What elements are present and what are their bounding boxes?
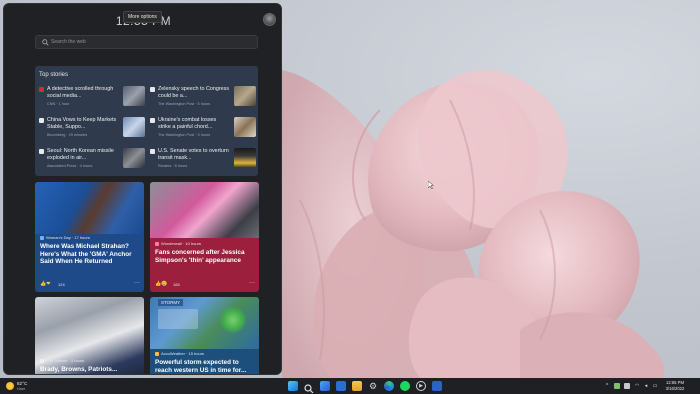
windows-start-icon[interactable] [288,381,298,391]
reactions-icon[interactable]: 👍😢 [155,281,167,287]
top-stories-title: Top stories [39,72,69,78]
search-icon [42,39,49,46]
story-thumbnail [234,117,256,137]
washington-post-logo-icon [150,118,155,123]
card-image [150,182,259,238]
source-logo-icon [155,351,159,356]
storm-radar-blob [220,307,246,333]
story-source: The Washington Post · 5 hours [158,102,211,106]
news-card[interactable]: Woman's Day · 17 hours Where Was Michael… [35,182,144,292]
news-card[interactable]: The Tribune · 3 hours Brady, Browns, Pat… [35,297,144,374]
story-headline: China Vows to Keep Markets Stable, Suppo… [47,117,117,130]
more-options-icon[interactable]: ··· [134,280,140,286]
edge-browser-icon[interactable] [384,381,394,391]
search-box[interactable] [35,35,258,49]
card-image [35,297,144,374]
reaction-count: 124 [58,282,65,287]
cnn-logo-icon [39,87,44,92]
story-item[interactable]: China Vows to Keep Markets Stable, Suppo… [39,117,145,143]
story-headline: Seoul: North Korean missile exploded in … [47,148,114,161]
card-headline: Powerful storm expected to reach western… [155,359,247,374]
reaction-count: 165 [173,282,180,287]
weather-info-box [158,309,198,329]
file-explorer-icon[interactable] [352,381,362,391]
story-headline: Ukraine's combat losses strike a painful… [158,117,217,130]
story-headline: U.S. Senate votes to overturn transit ma… [158,148,229,161]
mail-icon[interactable] [432,381,442,391]
search-icon[interactable] [304,381,314,394]
story-thumbnail [123,117,145,137]
widgets-icon[interactable] [320,381,330,391]
story-item[interactable]: Ukraine's combat losses strike a painful… [150,117,256,143]
more-options-icon[interactable]: ··· [249,280,255,286]
story-source: Reuters · 8 hours [158,164,188,168]
reactions-icon[interactable]: 👍❤ [40,281,50,287]
tray-overflow-chevron-icon[interactable]: ^ [604,383,610,389]
news-card[interactable]: Wonderwall · 10 hours Fans concerned aft… [150,182,259,292]
tray-app-icon[interactable] [624,383,630,389]
weather-condition: Haze [17,387,26,391]
story-thumbnail [234,148,256,168]
card-image [35,182,144,234]
microsoft-word-icon[interactable] [336,381,346,391]
wifi-icon[interactable]: ◠ [634,383,640,389]
reuters-logo-icon [150,149,155,154]
source-logo-icon [40,235,44,240]
story-source: The Washington Post · 3 hours [158,133,211,137]
story-item[interactable]: A detective scrolled through social medi… [39,86,145,112]
show-desktop-button[interactable] [692,380,695,392]
source-logo-icon [40,358,44,363]
search-input[interactable] [51,36,251,48]
source-logo-icon [155,241,159,246]
card-footer: 👍😢 165 ··· [155,280,255,288]
story-thumbnail [123,148,145,168]
more-options-tooltip: More options [123,11,162,23]
weather-card-label: STORMY [158,299,184,306]
bloomberg-logo-icon [39,118,44,123]
story-thumbnail [234,86,256,106]
news-card[interactable]: STORMY AccuWeather · 15 hours Powerful s… [150,297,259,374]
weather-sun-icon [6,382,14,390]
washington-post-logo-icon [150,87,155,92]
story-source: Associated Press · 4 hours [47,164,93,168]
story-source: Bloomberg · 29 minutes [47,133,88,137]
volume-icon[interactable]: ◂ [643,383,649,389]
card-headline: Brady, Browns, Patriots... [40,366,118,373]
system-tray: ^ ◠ ◂ ▭ [604,380,660,392]
taskbar-weather-widget[interactable]: 82°C Haze [6,380,46,392]
story-thumbnail [123,86,145,106]
widgets-panel: 12:55 PM More options Top stories A dete… [3,3,282,375]
media-player-icon[interactable]: ▶ [416,381,426,391]
taskbar-time: 12:55 PM [666,380,684,385]
story-headline: Zelensky speech to Congress could be a..… [158,86,230,99]
card-source: The Tribune · 3 hours [40,358,84,363]
taskbar-date: 3/16/2022 [665,386,685,391]
taskbar: 82°C Haze ⚙ ▶ ^ ◠ ◂ ▭ 12:55 PM 3/16/2022 [0,378,700,394]
story-source: CNN · 1 hour [47,102,70,106]
settings-gear-icon[interactable]: ⚙ [368,381,378,391]
card-headline: Fans concerned after Jessica Simpson's '… [155,249,245,264]
top-stories-card: Top stories A detective scrolled through… [35,66,258,176]
story-item[interactable]: Seoul: North Korean missile exploded in … [39,148,145,174]
story-item[interactable]: Zelensky speech to Congress could be a..… [150,86,256,112]
story-headline: A detective scrolled through social medi… [47,86,114,99]
card-source: Woman's Day · 17 hours [40,235,90,240]
profile-avatar[interactable] [263,13,276,26]
battery-icon[interactable]: ▭ [652,383,658,389]
card-source: Wonderwall · 10 hours [155,241,201,246]
card-source: AccuWeather · 15 hours [155,351,204,356]
story-item[interactable]: U.S. Senate votes to overturn transit ma… [150,148,256,174]
weather-temperature: 82°C [17,381,28,386]
spotify-icon[interactable] [400,381,410,391]
card-headline: Where Was Michael Strahan? Here's What t… [40,243,132,266]
taskbar-clock[interactable]: 12:55 PM 3/16/2022 [662,380,688,391]
tray-app-icon[interactable] [614,383,620,389]
card-image: STORMY [150,297,259,349]
mouse-cursor-icon [428,181,434,189]
associated-press-logo-icon [39,149,44,154]
card-footer: 👍❤ 124 ··· [40,280,140,288]
